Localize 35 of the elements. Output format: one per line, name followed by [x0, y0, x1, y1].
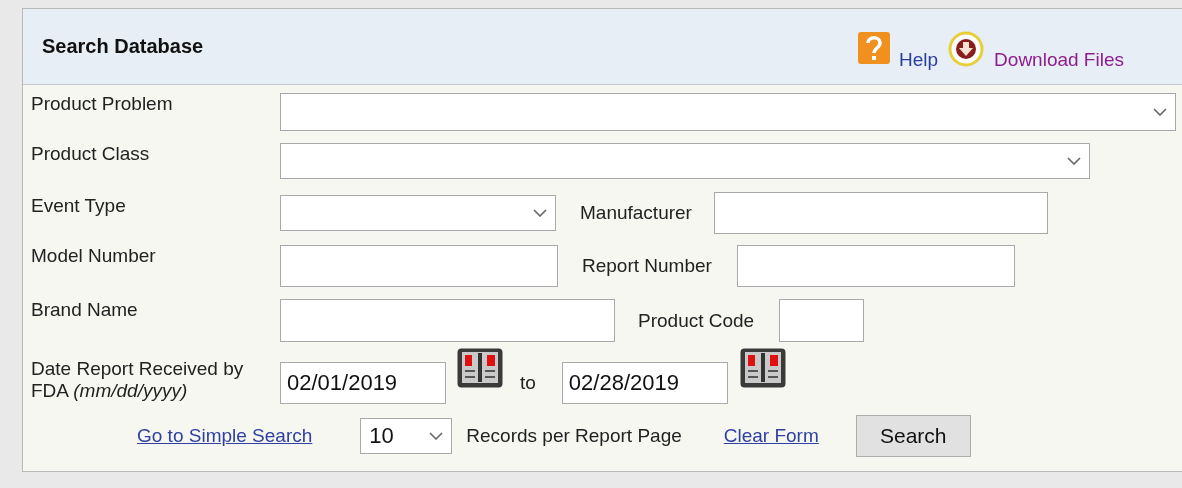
- help-link[interactable]: Help: [899, 48, 939, 71]
- field-label: Date Report Received by FDA (mm/dd/yyyy): [31, 358, 245, 402]
- calendar-icon[interactable]: [457, 348, 503, 388]
- input-field[interactable]: [736, 245, 1015, 287]
- field-label: Product Code: [638, 309, 755, 332]
- date-separator: to: [520, 372, 536, 394]
- records-per-page-label: Records per Report Page: [466, 425, 682, 447]
- simple-search-link[interactable]: Go to Simple Search: [137, 425, 313, 447]
- select-field[interactable]: [280, 195, 556, 231]
- calendar-icon[interactable]: [739, 348, 786, 388]
- chevron-icon: [1067, 157, 1081, 165]
- input-field[interactable]: [713, 192, 1048, 234]
- select-field[interactable]: 10: [360, 418, 453, 454]
- input-field[interactable]: [779, 299, 865, 342]
- input-field[interactable]: [280, 299, 615, 342]
- clear-form-link[interactable]: Clear Form: [723, 425, 819, 447]
- select-field[interactable]: [280, 143, 1090, 179]
- chevron-icon: [533, 209, 547, 217]
- field-label: Product Problem: [31, 93, 174, 115]
- download-link[interactable]: Download Files: [994, 48, 1124, 71]
- date-field[interactable]: 02/01/2019: [280, 362, 446, 404]
- select-field[interactable]: [280, 93, 1176, 131]
- search-button[interactable]: Search: [855, 415, 971, 457]
- chevron-icon: [1153, 108, 1167, 116]
- field-label: Product Class: [31, 143, 151, 165]
- field-label: Brand Name: [31, 299, 139, 321]
- help-icon[interactable]: [857, 30, 891, 65]
- input-field[interactable]: [280, 245, 558, 287]
- date-field[interactable]: 02/28/2019: [561, 362, 728, 404]
- field-label: Event Type: [31, 195, 127, 217]
- field-label: Model Number: [31, 245, 157, 267]
- field-label: Report Number: [582, 255, 712, 277]
- field-label: Manufacturer: [580, 202, 692, 224]
- chevron-icon: [429, 432, 444, 440]
- panel-title: Search Database: [42, 35, 204, 58]
